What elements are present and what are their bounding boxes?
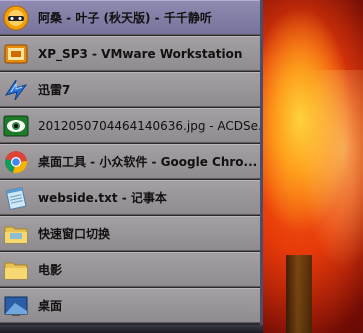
thunder-icon — [2, 76, 30, 104]
window-item-chrome[interactable]: 桌面工具 - 小众软件 - Google Chro... — [0, 144, 260, 179]
tulip-highlight — [300, 70, 363, 270]
vmware-icon — [2, 40, 30, 68]
window-list: 阿桑 - 叶子 (秋天版) - 千千静听 XP_SP3 - VMware Wor… — [0, 0, 260, 324]
window-item-label: 快速窗口切换 — [38, 227, 111, 241]
desktop-icon — [2, 292, 30, 320]
window-item-movies-folder[interactable]: 电影 — [0, 252, 260, 287]
tulip-stem — [286, 255, 312, 333]
window-item-vmware[interactable]: XP_SP3 - VMware Workstation — [0, 36, 260, 71]
window-item-label: 桌面 — [38, 299, 63, 313]
window-item-thunder[interactable]: 迅雷7 — [0, 72, 260, 107]
chrome-icon — [2, 148, 30, 176]
window-item-quick-switch-folder[interactable]: 快速窗口切换 — [0, 216, 260, 251]
window-item-label: 阿桑 - 叶子 (秋天版) - 千千静听 — [38, 11, 212, 25]
window-item-label: XP_SP3 - VMware Workstation — [38, 46, 243, 61]
window-item-label: 2012050704464140636.jpg - ACDSe... — [38, 118, 260, 133]
window-item-ttplayer[interactable]: 阿桑 - 叶子 (秋天版) - 千千静听 — [0, 0, 260, 35]
window-item-desktop[interactable]: 桌面 — [0, 288, 260, 323]
ttplayer-icon — [2, 4, 30, 32]
window-item-label: 桌面工具 - 小众软件 - Google Chro... — [38, 155, 258, 169]
window-item-label: webside.txt - 记事本 — [38, 191, 167, 205]
folder-icon — [2, 256, 30, 284]
window-item-label: 迅雷7 — [38, 83, 71, 97]
folder-icon — [2, 220, 30, 248]
window-switcher-panel: 阿桑 - 叶子 (秋天版) - 千千静听 XP_SP3 - VMware Wor… — [0, 0, 263, 333]
window-item-label: 电影 — [38, 263, 63, 277]
acdsee-icon — [2, 112, 30, 140]
window-item-acdsee[interactable]: 2012050704464140636.jpg - ACDSe... — [0, 108, 260, 143]
panel-bottom-bar — [0, 325, 263, 333]
window-item-notepad[interactable]: webside.txt - 记事本 — [0, 180, 260, 215]
notepad-icon — [2, 184, 30, 212]
